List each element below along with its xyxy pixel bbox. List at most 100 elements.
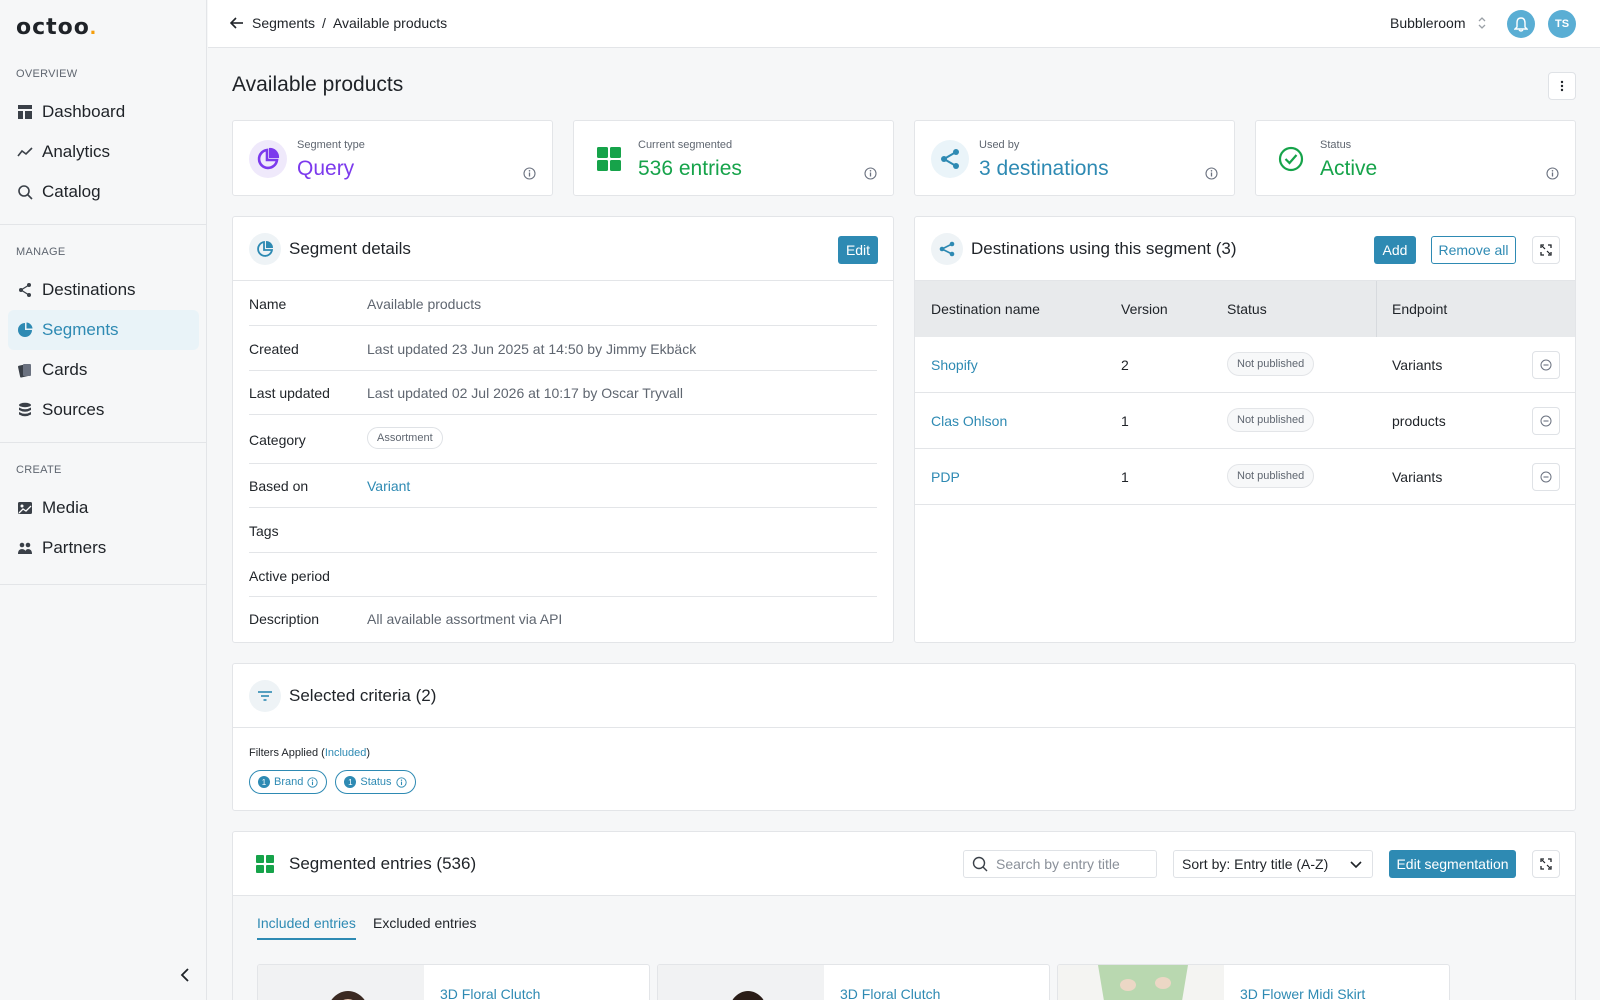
filters-prefix: Filters Applied ( — [249, 747, 325, 759]
collapse-sidebar-button[interactable] — [176, 966, 194, 984]
entry-card[interactable]: 3D Floral Clutch — [257, 964, 650, 1000]
sidebar: octoo. OVERVIEW Dashboard Analytics Cata… — [0, 0, 207, 1000]
edit-details-button[interactable]: Edit — [838, 236, 878, 264]
details-row-active-period: Active period — [249, 553, 877, 597]
sidebar-item-media[interactable]: Media — [8, 488, 199, 528]
organization-switcher[interactable]: Bubbleroom — [1390, 15, 1486, 31]
entry-card[interactable]: 3D Flower Midi Skirt — [1057, 964, 1450, 1000]
sidebar-item-segments[interactable]: Segments — [8, 310, 199, 350]
sort-select[interactable]: Sort by: Entry title (A-Z) — [1173, 850, 1373, 878]
updown-chevron-icon — [1478, 17, 1486, 29]
sidebar-item-sources[interactable]: Sources — [8, 390, 199, 430]
add-destination-button[interactable]: Add — [1374, 236, 1416, 264]
sidebar-item-cards[interactable]: Cards — [8, 350, 199, 390]
tab-excluded-entries[interactable]: Excluded entries — [373, 915, 477, 938]
sidebar-item-dashboard[interactable]: Dashboard — [8, 92, 199, 132]
logo[interactable]: octoo. — [16, 14, 96, 40]
expand-icon — [1540, 244, 1552, 256]
category-chip: Assortment — [367, 427, 443, 449]
avatar[interactable]: TS — [1548, 10, 1576, 38]
details-row-name: Name Available products — [249, 281, 877, 326]
detail-key: Name — [249, 296, 287, 312]
back-arrow-icon[interactable] — [230, 17, 244, 29]
tab-included-entries[interactable]: Included entries — [257, 915, 356, 940]
section-title: OVERVIEW — [16, 68, 78, 80]
stat-card-used-by: Used by 3 destinations — [914, 120, 1235, 196]
panel-header: Segment details Edit — [233, 217, 893, 281]
sidebar-item-catalog[interactable]: Catalog — [8, 172, 199, 212]
stat-value: 536 entries — [638, 157, 742, 180]
sidebar-item-label: Cards — [42, 360, 88, 379]
panel-header: Selected criteria (2) — [233, 664, 1575, 728]
entry-title-link[interactable]: 3D Flower Midi Skirt — [1240, 986, 1365, 1000]
detail-key: Based on — [249, 478, 309, 494]
entry-thumbnail — [1058, 965, 1224, 1000]
detail-key: Category — [249, 432, 306, 448]
pie-icon — [16, 321, 34, 339]
filter-chip-brand[interactable]: 1 Brand — [249, 770, 328, 794]
pie-icon — [249, 233, 281, 265]
filter-chip-status[interactable]: 1 Status — [335, 770, 416, 794]
remove-all-button[interactable]: Remove all — [1431, 236, 1516, 264]
search-input[interactable] — [996, 856, 1146, 872]
details-row-based-on: Based on Variant — [249, 464, 877, 508]
based-on-link[interactable]: Variant — [367, 478, 410, 494]
stat-label: Used by — [979, 139, 1020, 151]
detail-key: Last updated — [249, 385, 330, 401]
sidebar-divider — [0, 224, 207, 225]
sidebar-item-analytics[interactable]: Analytics — [8, 132, 199, 172]
table-row: PDP 1 Not published Variants — [915, 449, 1575, 505]
edit-segmentation-button[interactable]: Edit segmentation — [1389, 850, 1516, 878]
details-row-created: Created Last updated 23 Jun 2025 at 14:5… — [249, 326, 877, 371]
chevron-down-icon — [1350, 861, 1362, 869]
destination-name-link[interactable]: Shopify — [931, 357, 978, 373]
breadcrumb: Segments / Available products — [230, 15, 447, 31]
details-row-description: Description All available assortment via… — [249, 597, 877, 642]
info-icon[interactable] — [523, 167, 536, 180]
entry-card[interactable]: 3D Floral Clutch — [657, 964, 1050, 1000]
breadcrumb-segments-link[interactable]: Segments — [252, 15, 315, 31]
remove-destination-button[interactable] — [1532, 463, 1560, 491]
entry-search[interactable] — [963, 850, 1157, 878]
destination-name-link[interactable]: PDP — [931, 469, 960, 485]
expand-button[interactable] — [1532, 850, 1560, 878]
destination-name-link[interactable]: Clas Ohlson — [931, 413, 1007, 429]
column-header[interactable]: Version — [1121, 301, 1168, 317]
sort-label: Sort by: Entry title (A-Z) — [1182, 856, 1329, 872]
cards-icon — [16, 361, 34, 379]
destination-endpoint: products — [1392, 413, 1446, 429]
column-header[interactable]: Endpoint — [1392, 301, 1447, 317]
table-row: Shopify 2 Not published Variants — [915, 337, 1575, 393]
database-icon — [16, 401, 34, 419]
column-header[interactable]: Status — [1227, 301, 1267, 317]
notifications-button[interactable] — [1507, 10, 1535, 38]
remove-destination-button[interactable] — [1532, 351, 1560, 379]
sidebar-item-label: Sources — [42, 400, 105, 419]
remove-destination-button[interactable] — [1532, 407, 1560, 435]
sidebar-item-destinations[interactable]: Destinations — [8, 270, 199, 310]
stat-label: Current segmented — [638, 139, 733, 151]
info-icon[interactable] — [1205, 167, 1218, 180]
info-icon[interactable] — [1546, 167, 1559, 180]
entry-title-link[interactable]: 3D Floral Clutch — [840, 986, 940, 1000]
sidebar-item-partners[interactable]: Partners — [8, 528, 199, 568]
entry-thumbnail — [258, 965, 424, 1000]
more-options-button[interactable] — [1548, 72, 1576, 100]
table-row: Clas Ohlson 1 Not published products — [915, 393, 1575, 449]
sidebar-item-label: Segments — [42, 320, 119, 339]
sidebar-item-label: Analytics — [42, 142, 111, 161]
stat-value: 3 destinations — [979, 157, 1109, 180]
detail-value: Last updated 02 Jul 2026 at 10:17 by Osc… — [367, 385, 683, 401]
entries-tabs: Included entries Excluded entries — [233, 896, 1575, 942]
details-row-tags: Tags — [249, 508, 877, 553]
filter-count: 1 — [344, 776, 357, 788]
entry-thumbnail — [658, 965, 824, 1000]
info-icon[interactable] — [864, 167, 877, 180]
sidebar-item-label: Media — [42, 498, 89, 517]
breadcrumb-current: Available products — [332, 15, 448, 31]
column-header[interactable]: Destination name — [931, 301, 1040, 317]
entry-title-link[interactable]: 3D Floral Clutch — [440, 986, 540, 1000]
filters-mode-link[interactable]: Included — [325, 747, 367, 759]
expand-button[interactable] — [1532, 236, 1560, 264]
breadcrumb-separator: / — [322, 15, 326, 31]
